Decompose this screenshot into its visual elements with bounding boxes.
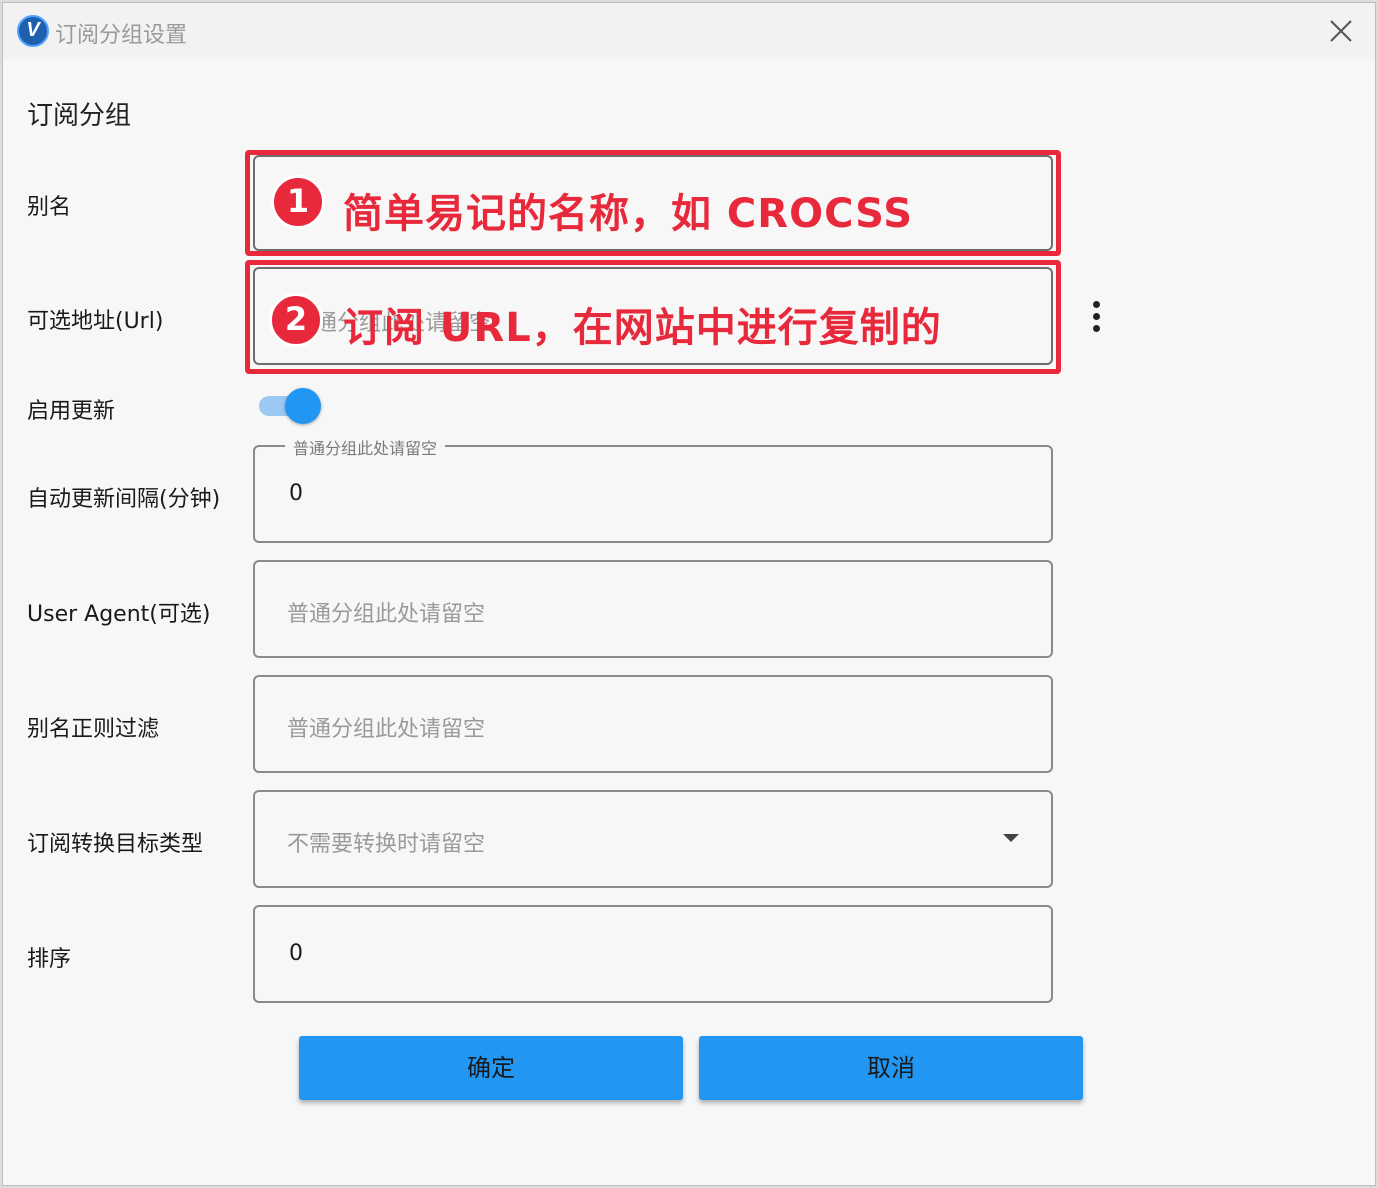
- more-vertical-icon[interactable]: [1089, 301, 1103, 337]
- confirm-button[interactable]: 确定: [299, 1036, 683, 1100]
- auto-update-interval-value: 0: [289, 481, 303, 506]
- alias-regex-input[interactable]: 普通分组此处请留空: [253, 675, 1053, 773]
- alias-regex-placeholder: 普通分组此处请留空: [287, 717, 486, 742]
- enable-update-label: 启用更新: [27, 399, 116, 424]
- close-icon: [1330, 20, 1352, 42]
- auto-update-interval-input[interactable]: 普通分组此处请留空 0: [253, 435, 1053, 543]
- annotation-badge-1: 1: [271, 175, 325, 229]
- annotation-badge-2: 2: [269, 293, 323, 347]
- user-agent-label: User Agent(可选): [27, 602, 211, 627]
- annotation-text-2: 订阅 URL，在网站中进行复制的: [343, 305, 942, 351]
- dialog-window: V 订阅分组设置 订阅分组 别名 可选地址(Url) 通分组此处请留空 1 简单…: [2, 2, 1376, 1186]
- sort-label: 排序: [27, 947, 72, 972]
- section-title: 订阅分组: [27, 101, 132, 131]
- cancel-button[interactable]: 取消: [699, 1036, 1083, 1100]
- user-agent-input[interactable]: 普通分组此处请留空: [253, 560, 1053, 658]
- url-label: 可选地址(Url): [27, 309, 164, 334]
- title-bar: V 订阅分组设置: [3, 3, 1375, 59]
- user-agent-placeholder: 普通分组此处请留空: [287, 602, 486, 627]
- window-title: 订阅分组设置: [55, 23, 188, 48]
- sort-value: 0: [289, 941, 303, 966]
- convert-target-label: 订阅转换目标类型: [27, 832, 204, 857]
- sort-input[interactable]: 0: [253, 905, 1053, 1003]
- auto-update-interval-label: 自动更新间隔(分钟): [27, 487, 221, 512]
- convert-target-placeholder: 不需要转换时请留空: [287, 832, 486, 857]
- auto-update-interval-hint: 普通分组此处请留空: [285, 435, 446, 459]
- convert-target-select[interactable]: 不需要转换时请留空: [253, 790, 1053, 888]
- close-button[interactable]: [1325, 15, 1357, 47]
- app-logo-icon: V: [17, 15, 49, 47]
- alias-label: 别名: [27, 195, 72, 220]
- chevron-down-icon[interactable]: [1003, 834, 1019, 842]
- toggle-thumb[interactable]: [285, 388, 321, 424]
- alias-regex-label: 别名正则过滤: [27, 717, 160, 742]
- annotation-text-1: 简单易记的名称，如 CROCSS: [343, 191, 914, 237]
